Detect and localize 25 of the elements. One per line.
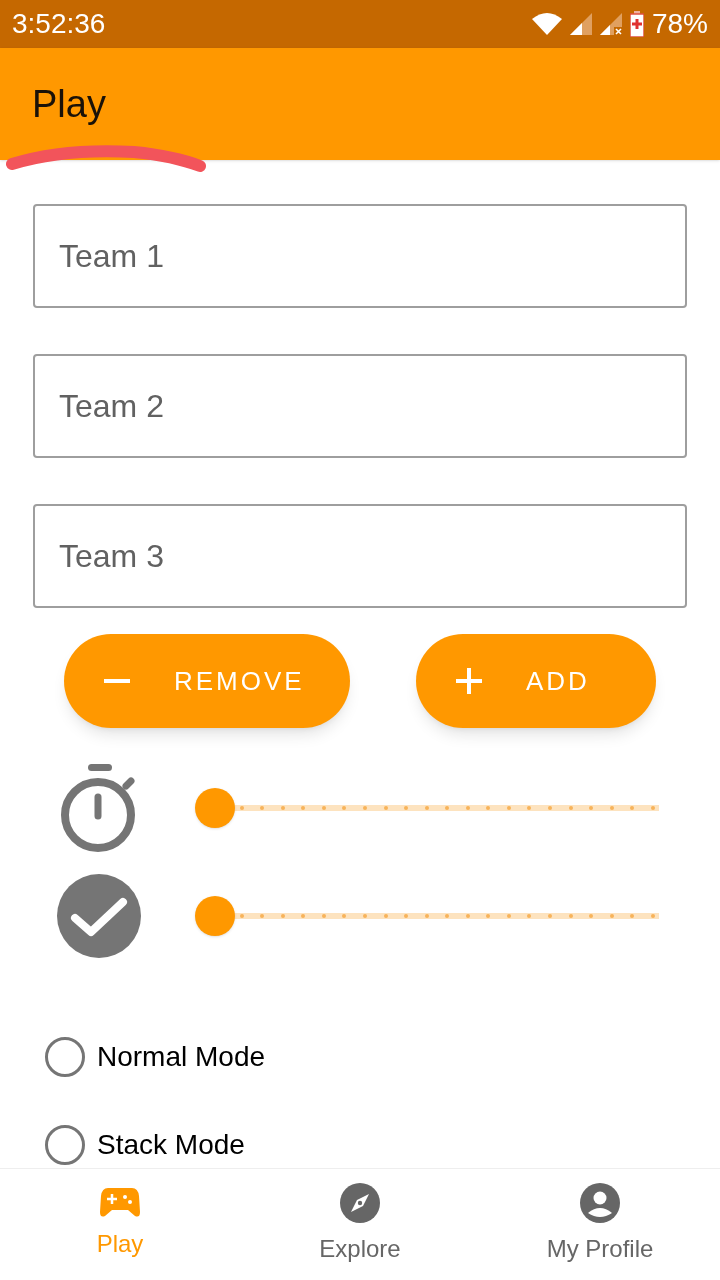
compass-icon — [340, 1182, 380, 1223]
team-name-field[interactable]: Team 2 — [33, 354, 687, 458]
signal-icon — [569, 13, 592, 35]
slider-thumb[interactable] — [195, 896, 235, 936]
team-name-field[interactable]: Team 1 — [33, 204, 687, 308]
nav-tab[interactable]: My Profile — [480, 1169, 720, 1280]
mode-radio[interactable]: Stack Mode — [45, 1124, 245, 1166]
gamepad-icon — [100, 1187, 140, 1218]
signal-icon — [599, 13, 622, 35]
battery-text: 78% — [651, 7, 708, 41]
mode-radio[interactable]: Normal Mode — [45, 1036, 266, 1078]
slider[interactable] — [195, 788, 659, 828]
account-icon — [580, 1182, 620, 1223]
team-name-field[interactable]: Team 3 — [33, 504, 687, 608]
slider[interactable] — [195, 896, 659, 936]
check-circle-icon — [57, 874, 141, 958]
app-title: Play — [32, 81, 106, 127]
battery-icon — [629, 11, 644, 37]
nav-tab[interactable]: Explore — [240, 1169, 480, 1280]
minus-icon — [104, 679, 130, 683]
plus-icon — [456, 668, 482, 694]
wifi-icon — [531, 13, 562, 35]
slider-thumb[interactable] — [195, 788, 235, 828]
clock-text: 3:52:36 — [12, 7, 106, 41]
stopwatch-icon — [60, 764, 138, 852]
